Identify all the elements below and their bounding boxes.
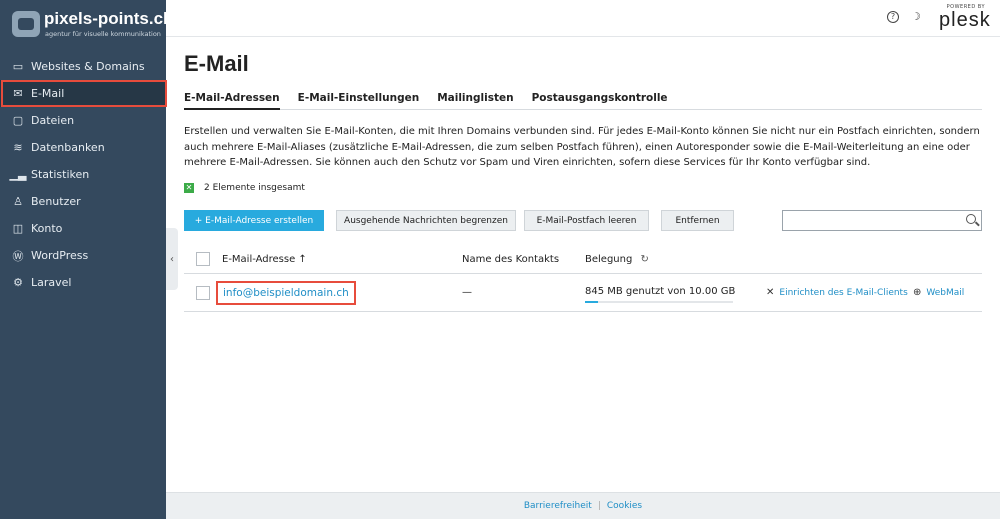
tools-icon: ✕ <box>766 287 775 298</box>
sidebar: pixels-points.ch agentur für visuelle ko… <box>0 0 173 519</box>
bar-chart-icon: ▁▃ <box>9 168 27 181</box>
page-title: E-Mail <box>184 51 249 76</box>
sidebar-item-benutzer[interactable]: ♙ Benutzer <box>0 188 166 215</box>
help-icon[interactable]: ? <box>887 11 899 23</box>
sidebar-item-datenbanken[interactable]: ≋ Datenbanken <box>0 134 166 161</box>
sidebar-item-dateien[interactable]: ▢ Dateien <box>0 107 166 134</box>
search-box[interactable] <box>782 210 982 233</box>
briefcase-icon: ◫ <box>12 222 24 235</box>
brand-logo[interactable]: pixels-points.ch agentur für visuelle ko… <box>12 8 173 42</box>
brand-name: pixels-points.ch <box>44 9 174 28</box>
plesk-logo: POWERED BY plesk <box>937 4 990 32</box>
setup-email-client-label: Einrichten des E-Mail-Clients <box>779 287 908 298</box>
toolbar: + E-Mail-Adresse erstellen Ausgehende Na… <box>184 210 984 233</box>
sidebar-item-label: Statistiken <box>31 168 90 181</box>
folder-icon: ▢ <box>12 114 24 127</box>
user-icon: ♙ <box>13 195 23 208</box>
row-checkbox[interactable] <box>196 286 210 300</box>
sidebar-item-websites-domains[interactable]: ▭ Websites & Domains <box>0 53 166 80</box>
moon-icon[interactable]: ☽ <box>911 10 921 23</box>
tab-email-einstellungen[interactable]: E-Mail-Einstellungen <box>298 92 420 110</box>
main-content: E-Mail E-Mail-Adressen E-Mail-Einstellun… <box>166 37 1000 492</box>
accessibility-link[interactable]: Barrierefreiheit <box>524 501 592 511</box>
search-input[interactable] <box>783 214 963 233</box>
usage-bar-fill <box>585 301 598 303</box>
tab-postausgangskontrolle[interactable]: Postausgangskontrolle <box>532 92 668 110</box>
monitor-icon: ▭ <box>12 60 24 73</box>
footer: Barrierefreiheit | Cookies <box>166 492 1000 519</box>
usage-header-label: Belegung <box>585 254 633 265</box>
table-header: E-Mail-Adresse ↑ Name des Kontakts Beleg… <box>184 246 982 274</box>
email-address-link[interactable]: info@beispieldomain.ch <box>216 281 356 305</box>
sidebar-item-label: Websites & Domains <box>31 60 145 73</box>
logo-mark-icon <box>12 11 40 37</box>
column-usage-header[interactable]: Belegung ↻ <box>585 254 649 265</box>
setup-email-client-link[interactable]: ✕ Einrichten des E-Mail-Clients <box>766 287 908 298</box>
usage-text: 845 MB genutzt von 10.00 GB <box>585 286 736 297</box>
refresh-icon[interactable]: ↻ <box>641 254 649 265</box>
tab-mailinglisten[interactable]: Mailinglisten <box>437 92 513 110</box>
sidebar-nav: ▭ Websites & Domains ✉ E-Mail ▢ Dateien … <box>0 53 167 296</box>
database-icon: ≋ <box>13 141 23 154</box>
sidebar-item-laravel[interactable]: ⚙ Laravel <box>0 269 166 296</box>
create-email-button[interactable]: + E-Mail-Adresse erstellen <box>184 210 324 231</box>
sidebar-item-label: Laravel <box>31 276 72 289</box>
sidebar-item-label: Konto <box>31 222 63 235</box>
sidebar-item-statistiken[interactable]: ▁▃ Statistiken <box>0 161 166 188</box>
sidebar-item-label: Dateien <box>31 114 75 127</box>
tab-email-adressen[interactable]: E-Mail-Adressen <box>184 92 280 110</box>
item-count-text: 2 Elemente insgesamt <box>204 183 305 193</box>
item-count-row: ✕ 2 Elemente insgesamt <box>184 183 305 193</box>
highlight-box <box>1 80 167 107</box>
empty-mailbox-button[interactable]: E-Mail-Postfach leeren <box>524 210 649 231</box>
email-table: E-Mail-Adresse ↑ Name des Kontakts Beleg… <box>184 246 982 312</box>
webmail-label: WebMail <box>926 287 965 298</box>
limit-outgoing-button[interactable]: Ausgehende Nachrichten begrenzen <box>336 210 516 231</box>
sidebar-item-wordpress[interactable]: Ⓦ WordPress <box>0 242 166 269</box>
webmail-link[interactable]: ⊕ WebMail <box>913 287 964 298</box>
contact-name: — <box>462 287 472 298</box>
column-contact-header[interactable]: Name des Kontakts <box>462 254 559 265</box>
table-row: info@beispieldomain.ch — 845 MB genutzt … <box>184 274 982 312</box>
brand-tagline: agentur für visuelle kommunikation <box>45 30 161 38</box>
search-icon[interactable] <box>966 214 976 224</box>
footer-separator: | <box>597 501 601 511</box>
excel-export-icon[interactable]: ✕ <box>184 183 194 193</box>
laravel-icon: ⚙ <box>13 276 23 289</box>
sidebar-item-email[interactable]: ✉ E-Mail <box>0 80 167 107</box>
column-email-header[interactable]: E-Mail-Adresse ↑ <box>222 254 307 265</box>
remove-button[interactable]: Entfernen <box>661 210 734 231</box>
sidebar-item-label: Datenbanken <box>31 141 105 154</box>
wordpress-icon: Ⓦ <box>12 249 24 263</box>
tab-bar: E-Mail-Adressen E-Mail-Einstellungen Mai… <box>184 92 982 110</box>
select-all-checkbox[interactable] <box>196 252 210 266</box>
top-bar: ? ☽ POWERED BY plesk <box>166 0 1000 37</box>
page-description: Erstellen und verwalten Sie E-Mail-Konte… <box>184 126 980 168</box>
globe-icon: ⊕ <box>913 287 922 298</box>
cookies-link[interactable]: Cookies <box>607 501 642 511</box>
sidebar-item-label: WordPress <box>31 249 89 262</box>
plesk-wordmark: plesk <box>939 9 991 31</box>
sidebar-item-konto[interactable]: ◫ Konto <box>0 215 166 242</box>
sidebar-item-label: Benutzer <box>31 195 81 208</box>
usage-bar <box>585 301 733 303</box>
